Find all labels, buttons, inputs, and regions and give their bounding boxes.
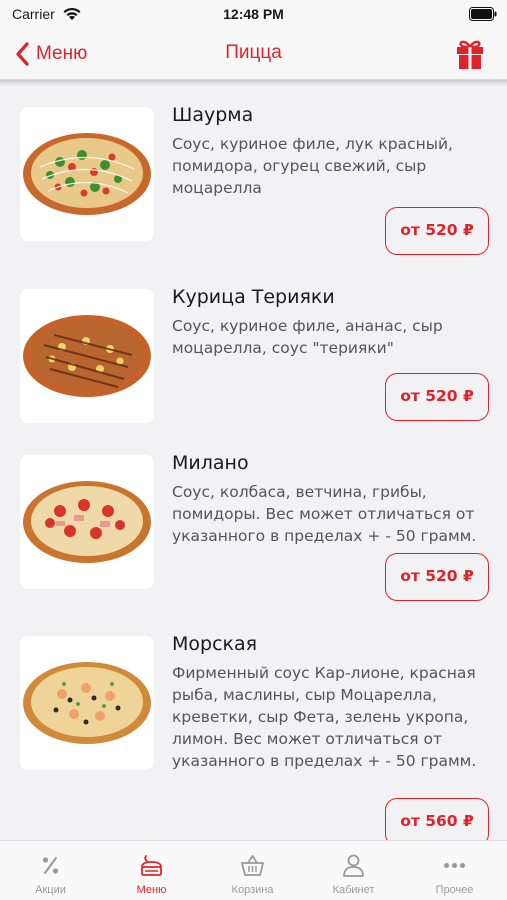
tab-label: Акции (35, 884, 66, 896)
battery-icon (469, 7, 497, 21)
product-image (20, 455, 154, 589)
menu-icon (141, 855, 162, 876)
product-name: Милано (172, 452, 249, 474)
product-name: Курица Терияки (172, 286, 335, 308)
product-name: Шаурма (172, 104, 254, 126)
status-time: 12:48 PM (223, 6, 284, 22)
price-button[interactable]: от 560 ₽ (385, 798, 489, 840)
page-title: Пицца (225, 42, 282, 63)
product-name: Морская (172, 633, 258, 655)
product-description: Соус, куриное филе, ананас, сыр моцарелл… (172, 317, 443, 357)
nav-bar: Меню Пицца (0, 30, 507, 80)
percent-icon (42, 857, 59, 874)
price-button[interactable]: от 520 ₽ (385, 373, 489, 421)
tab-account[interactable]: Кабинет (303, 841, 404, 900)
tab-label: Прочее (435, 884, 474, 896)
tab-label: Кабинет (332, 884, 375, 896)
price-button[interactable]: от 520 ₽ (385, 553, 489, 601)
product-description: Соус, куриное филе, лук красный, помидор… (172, 135, 453, 197)
tab-menu[interactable]: Меню (101, 841, 202, 900)
product-image (20, 289, 154, 423)
tab-promotions[interactable]: Акции (0, 841, 101, 900)
tab-more[interactable]: Прочее (404, 841, 505, 900)
product-image (20, 636, 154, 770)
product-image (20, 107, 154, 241)
person-icon (343, 854, 364, 877)
product-description: Соус, колбаса, ветчина, грибы, помидоры.… (172, 483, 477, 545)
tab-bar: Акции Меню Корзина Кабинет Прочее (0, 840, 507, 900)
status-bar: Carrier 12:48 PM (0, 0, 507, 30)
product-description: Фирменный соус Кар-лионе, красная рыба, … (172, 664, 477, 770)
tab-cart[interactable]: Корзина (202, 841, 303, 900)
tab-label: Меню (136, 884, 167, 896)
price-button[interactable]: от 520 ₽ (385, 207, 489, 255)
gift-icon[interactable] (455, 38, 485, 70)
product-list: Шаурма Соус, куриное филе, лук красный, … (0, 86, 507, 840)
basket-icon (241, 855, 264, 876)
tab-label: Корзина (231, 884, 274, 896)
more-icon (444, 863, 465, 868)
